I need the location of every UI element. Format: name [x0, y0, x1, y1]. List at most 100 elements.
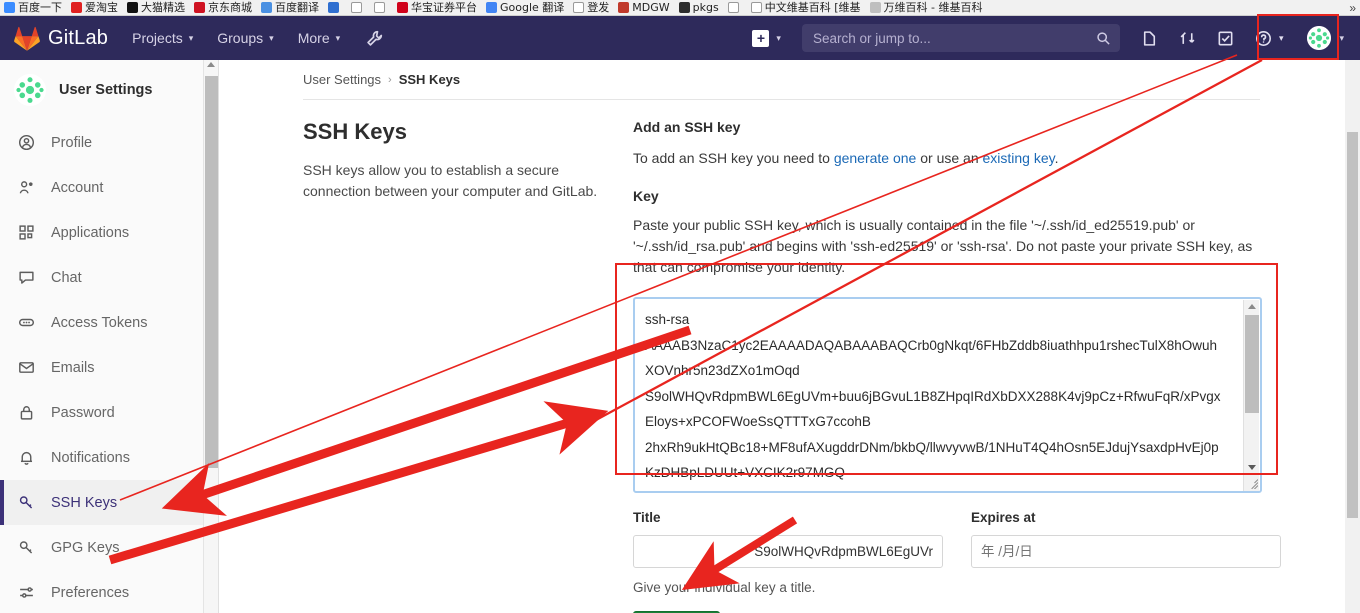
sidebar-item-preferences[interactable]: Preferences	[0, 570, 218, 613]
chevron-down-icon: ▾	[1278, 32, 1284, 43]
profile-icon	[18, 134, 38, 151]
sidebar-item-label: GPG Keys	[51, 539, 120, 556]
sidebar-nav-list: Profile Account Applications Chat Access Tok…	[0, 120, 218, 613]
title-expires-row: Title Expires at	[633, 510, 1281, 568]
nav-projects[interactable]: Projects ▾	[132, 30, 193, 46]
sidebar-item-label: Notifications	[51, 449, 130, 466]
sidebar-scrollbar[interactable]	[203, 60, 218, 613]
bookmark-item[interactable]: 万维百科 - 维基百科	[869, 1, 983, 14]
bookmark-item[interactable]: pkgs	[678, 2, 719, 13]
bookmark-item[interactable]	[727, 2, 742, 13]
global-search[interactable]	[801, 24, 1120, 52]
bookmark-label: 万维百科 - 维基百科	[883, 1, 983, 14]
gitlab-logo[interactable]: GitLab	[14, 26, 108, 51]
bookmark-favicon-icon	[397, 2, 408, 13]
nav-groups[interactable]: Groups ▾	[217, 30, 273, 46]
bookmark-item[interactable]: 京东商城	[194, 2, 252, 13]
textarea-scroll-thumb[interactable]	[1245, 315, 1259, 413]
sidebar-header: User Settings	[0, 60, 218, 120]
breadcrumb-root[interactable]: User Settings	[303, 72, 381, 87]
sidebar-title: User Settings	[59, 82, 153, 98]
notifications-icon	[18, 449, 38, 466]
breadcrumb-current: SSH Keys	[398, 72, 461, 87]
sidebar-item-label: Preferences	[51, 584, 130, 601]
bookmark-item[interactable]	[328, 2, 342, 13]
bookmark-favicon-icon	[351, 2, 362, 13]
sidebar-item-profile[interactable]: Profile	[0, 120, 218, 165]
existing-key-link[interactable]: existing key	[983, 150, 1055, 166]
bookmark-item[interactable]: MDGW	[618, 1, 670, 14]
gitlab-wordmark: GitLab	[48, 26, 109, 49]
preferences-icon	[18, 584, 38, 601]
bookmark-label: MDGW	[632, 1, 670, 14]
bookmark-favicon-icon	[127, 2, 138, 13]
access-tokens-icon	[18, 314, 38, 331]
bookmark-label: 登发	[587, 1, 610, 14]
bookmark-item[interactable]: 中文维基百科 [维基	[750, 2, 861, 13]
merge-requests-icon[interactable]	[1179, 30, 1196, 47]
textarea-resize-grip[interactable]	[1244, 475, 1258, 489]
bookmark-label: Google 翻译	[500, 1, 565, 14]
bookmark-favicon-icon	[486, 2, 497, 13]
sidebar-item-gpg-keys[interactable]: GPG Keys	[0, 525, 218, 570]
sidebar-item-label: Chat	[51, 269, 82, 286]
bookmark-item[interactable]: 华宝证券平台	[397, 2, 477, 13]
left-description-column: SSH Keys SSH keys allow you to establish…	[303, 119, 633, 613]
page-description: SSH keys allow you to establish a secure…	[303, 162, 598, 199]
password-icon	[18, 404, 38, 421]
scroll-up-arrow-icon[interactable]	[1248, 304, 1256, 309]
sidebar-item-ssh-keys[interactable]: SSH Keys	[0, 480, 218, 525]
page-scrollbar[interactable]	[1345, 60, 1360, 613]
sidebar-item-access-tokens[interactable]: Access Tokens	[0, 300, 218, 345]
sidebar-item-emails[interactable]: Emails	[0, 345, 218, 390]
expires-label: Expires at	[971, 510, 1036, 525]
bookmark-overflow-chevron-icon[interactable]: »	[1349, 1, 1356, 15]
issues-icon[interactable]	[1141, 30, 1158, 47]
bookmark-label: 百度翻译	[275, 1, 319, 14]
scroll-down-arrow-icon[interactable]	[1248, 465, 1256, 470]
sidebar-item-notifications[interactable]: Notifications	[0, 435, 218, 480]
sidebar-scroll-thumb[interactable]	[205, 76, 218, 468]
bookmark-item[interactable]: 登发	[573, 2, 609, 13]
search-input[interactable]	[810, 29, 1096, 47]
user-menu[interactable]: ▾	[1307, 26, 1344, 50]
gitlab-tanuki-icon	[14, 26, 40, 51]
bookmark-item[interactable]	[351, 2, 365, 13]
add-ssh-key-form: Add an SSH key To add an SSH key you nee…	[633, 119, 1281, 613]
bookmark-item[interactable]: 百度一下	[4, 2, 62, 13]
bookmark-item[interactable]: 百度翻译	[261, 2, 319, 13]
avatar	[1307, 26, 1332, 50]
todos-icon[interactable]	[1217, 30, 1234, 47]
bookmark-item[interactable]: Google 翻译	[486, 2, 564, 13]
sidebar-item-password[interactable]: Password	[0, 390, 218, 435]
sidebar-item-account[interactable]: Account	[0, 165, 218, 210]
bookmark-item[interactable]: 大猫精选	[127, 2, 185, 13]
generate-one-link[interactable]: generate one	[834, 150, 917, 166]
chat-icon	[18, 269, 38, 286]
settings-columns: SSH Keys SSH keys allow you to establish…	[220, 100, 1345, 613]
sidebar-item-label: Emails	[51, 359, 95, 376]
admin-wrench-icon[interactable]	[366, 30, 383, 47]
ssh-keys-icon	[18, 494, 38, 511]
bookmark-item[interactable]: 爱淘宝	[71, 2, 118, 13]
breadcrumb-separator: ›	[388, 73, 392, 86]
bookmark-favicon-icon	[618, 2, 630, 13]
key-textarea[interactable]: ssh-rsa AAAAB3NzaC1yc2EAAAADAQABAAABAQCr…	[633, 297, 1262, 493]
intro-prefix: To add an SSH key you need to	[633, 150, 834, 166]
new-item-menu[interactable]: + ▾	[752, 29, 781, 47]
bookmark-item[interactable]	[374, 2, 388, 13]
title-input[interactable]	[633, 535, 943, 568]
help-menu[interactable]: ▾	[1255, 30, 1284, 47]
sidebar-item-chat[interactable]: Chat	[0, 255, 218, 300]
search-icon	[1097, 31, 1110, 45]
expires-date-input[interactable]	[971, 535, 1281, 568]
sidebar-item-applications[interactable]: Applications	[0, 210, 218, 255]
page-scroll-thumb[interactable]	[1347, 132, 1358, 518]
scroll-up-arrow-icon[interactable]	[207, 62, 215, 67]
textarea-scrollbar[interactable]	[1243, 300, 1259, 491]
bookmark-favicon-icon	[750, 2, 762, 13]
user-settings-sidebar: User Settings Profile Account Applications…	[0, 60, 219, 613]
nav-more[interactable]: More ▾	[298, 30, 340, 46]
nav-more-label: More	[297, 30, 330, 46]
sidebar-item-label: Account	[51, 179, 104, 196]
